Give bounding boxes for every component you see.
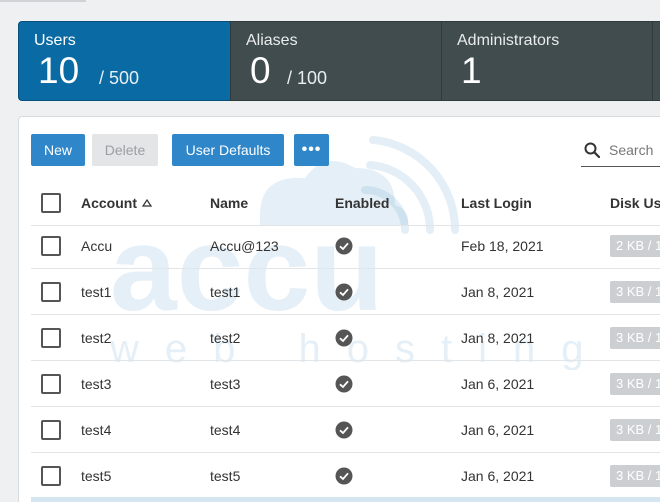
aliases-stat-tile[interactable]: Aliases 0 / 100 [230, 21, 441, 101]
disk-usage-badge: 2 KB / 1 [610, 235, 660, 257]
column-header-disk-usage[interactable]: Disk Usa [610, 180, 660, 226]
users-stat-count: 10 [38, 50, 80, 91]
row-checkbox[interactable] [41, 328, 61, 348]
column-header-account-label: Account [81, 195, 137, 211]
enabled-check-icon [335, 237, 353, 255]
administrators-stat-count: 1 [461, 50, 482, 91]
row-name: test5 [210, 468, 241, 484]
row-name: test4 [210, 422, 241, 438]
disk-usage-badge: 3 KB / 1 [610, 419, 660, 441]
row-checkbox[interactable] [41, 282, 61, 302]
row-last-login: Jan 6, 2021 [461, 468, 535, 484]
row-enabled [335, 407, 353, 453]
user-defaults-button[interactable]: User Defaults [172, 134, 284, 166]
column-header-name[interactable]: Name [210, 180, 248, 226]
table-header-row: Account Name Enabled Last Login Disk Usa [31, 180, 660, 226]
administrators-stat-label: Administrators [457, 32, 560, 49]
table-row[interactable]: test5 test5 Jan 6, 2021 3 KB / 1 [31, 453, 660, 499]
enabled-check-icon [335, 467, 353, 485]
row-name: test3 [210, 376, 241, 392]
row-enabled [335, 223, 353, 269]
row-name: Accu@123 [210, 238, 279, 254]
disk-usage-badge: 3 KB / 1 [610, 327, 660, 349]
users-stat-label: Users [34, 32, 76, 49]
row-name: test2 [210, 330, 241, 346]
aliases-stat-label: Aliases [246, 32, 298, 49]
row-checkbox[interactable] [41, 420, 61, 440]
sort-ascending-icon [142, 199, 152, 207]
row-enabled [335, 361, 353, 407]
enabled-check-icon [335, 375, 353, 393]
column-header-last-login[interactable]: Last Login [461, 180, 532, 226]
column-header-enabled[interactable]: Enabled [335, 180, 389, 226]
disk-usage-badge: 3 KB / 1 [610, 373, 660, 395]
administrators-stat-tile[interactable]: Administrators 1 [441, 21, 652, 101]
table-row[interactable]: test2 test2 Jan 8, 2021 3 KB / 1 [31, 315, 660, 361]
users-stat-limit: / 500 [99, 68, 140, 88]
row-checkbox[interactable] [41, 236, 61, 256]
table-row[interactable]: test3 test3 Jan 6, 2021 3 KB / 1 [31, 361, 660, 407]
aliases-stat-count: 0 [250, 50, 271, 91]
select-all-checkbox[interactable] [41, 193, 61, 213]
extra-stat-tile[interactable] [652, 21, 660, 101]
column-header-account[interactable]: Account [81, 180, 152, 226]
row-last-login: Jan 8, 2021 [461, 330, 535, 346]
row-disk-usage: 3 KB / 1 [610, 407, 660, 453]
table-row[interactable]: test4 test4 Jan 6, 2021 3 KB / 1 [31, 407, 660, 453]
search-box[interactable] [581, 137, 660, 167]
disk-usage-badge: 3 KB / 1 [610, 465, 660, 487]
row-name: test1 [210, 284, 241, 300]
row-disk-usage: 3 KB / 1 [610, 453, 660, 499]
enabled-check-icon [335, 283, 353, 301]
row-disk-usage: 3 KB / 1 [610, 269, 660, 315]
more-actions-button[interactable]: ••• [294, 134, 329, 166]
top-tab-indicator [0, 0, 86, 2]
enabled-check-icon [335, 421, 353, 439]
row-enabled [335, 269, 353, 315]
row-account[interactable]: Accu [81, 223, 112, 269]
users-stat-tile[interactable]: Users 10 / 500 [18, 21, 230, 101]
search-icon [584, 142, 600, 158]
row-enabled [335, 453, 353, 499]
row-checkbox[interactable] [41, 374, 61, 394]
row-disk-usage: 2 KB / 1 [610, 223, 660, 269]
row-checkbox[interactable] [41, 466, 61, 486]
stats-bar: Users 10 / 500 Aliases 0 / 100 Administr… [18, 21, 660, 101]
row-account[interactable]: test5 [81, 453, 111, 499]
row-account[interactable]: test2 [81, 315, 111, 361]
next-row-highlight [31, 497, 660, 502]
row-last-login: Jan 6, 2021 [461, 422, 535, 438]
new-user-button[interactable]: New [31, 134, 85, 166]
enabled-check-icon [335, 329, 353, 347]
row-last-login: Jan 8, 2021 [461, 284, 535, 300]
row-account[interactable]: test1 [81, 269, 111, 315]
disk-usage-badge: 3 KB / 1 [610, 281, 660, 303]
row-enabled [335, 315, 353, 361]
row-account[interactable]: test4 [81, 407, 111, 453]
table-row[interactable]: test1 test1 Jan 8, 2021 3 KB / 1 [31, 269, 660, 315]
row-last-login: Feb 18, 2021 [461, 238, 544, 254]
aliases-stat-limit: / 100 [287, 68, 328, 88]
table-row[interactable]: Accu Accu@123 Feb 18, 2021 2 KB / 1 [31, 223, 660, 269]
row-disk-usage: 3 KB / 1 [610, 315, 660, 361]
search-input[interactable] [609, 139, 660, 161]
delete-button[interactable]: Delete [92, 134, 158, 166]
row-last-login: Jan 6, 2021 [461, 376, 535, 392]
row-account[interactable]: test3 [81, 361, 111, 407]
row-disk-usage: 3 KB / 1 [610, 361, 660, 407]
